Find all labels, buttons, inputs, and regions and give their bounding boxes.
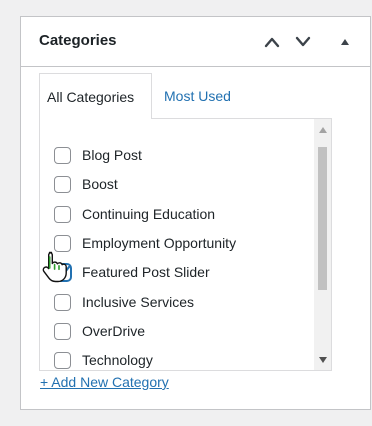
category-item-employment-opportunity[interactable]: Employment Opportunity [54, 232, 236, 254]
category-label: Inclusive Services [82, 294, 195, 310]
checkbox[interactable] [54, 175, 71, 193]
category-item-featured-post-slider[interactable]: Featured Post Slider [54, 261, 210, 283]
category-tabs: All Categories Most Used [39, 73, 352, 119]
add-new-category-link[interactable]: + Add New Category [40, 374, 169, 390]
triangle-up-icon [341, 39, 349, 45]
move-down-button[interactable] [290, 29, 316, 55]
category-item-blog-post[interactable]: Blog Post [54, 144, 142, 166]
category-item-overdrive[interactable]: OverDrive [54, 320, 145, 342]
panel-title: Categories [39, 32, 117, 49]
category-label: Blog Post [82, 147, 142, 163]
checkbox[interactable] [54, 293, 71, 311]
scroll-down-arrow-icon [318, 356, 327, 363]
category-item-technology[interactable]: Technology [54, 349, 153, 370]
checkbox-checked[interactable] [54, 263, 71, 281]
chevron-up-icon [264, 37, 280, 48]
panel-header: Categories [21, 17, 370, 67]
category-label: OverDrive [82, 323, 146, 339]
checkbox[interactable] [54, 322, 71, 340]
checkbox[interactable] [54, 351, 71, 369]
category-checklist: Blog Post Boost Continuing Education Emp… [39, 118, 332, 371]
checkmark-icon [56, 265, 71, 278]
category-item-continuing-education[interactable]: Continuing Education [54, 203, 215, 225]
scrollbar-thumb[interactable] [318, 147, 327, 290]
list-scrollbar[interactable] [314, 119, 331, 370]
categories-panel: Categories All Categories Most Used Blog… [20, 16, 371, 410]
scroll-up-button[interactable] [314, 121, 331, 138]
checkbox[interactable] [54, 234, 71, 252]
chevron-down-icon [295, 36, 311, 47]
category-label: Boost [82, 176, 118, 192]
category-item-boost[interactable]: Boost [54, 173, 118, 195]
tab-all-categories-label: All Categories [47, 89, 135, 105]
category-label: Employment Opportunity [82, 235, 237, 251]
category-item-inclusive-services[interactable]: Inclusive Services [54, 291, 194, 313]
tab-most-used-label: Most Used [164, 88, 231, 104]
tab-most-used[interactable]: Most Used [164, 73, 231, 119]
move-up-button[interactable] [259, 29, 285, 55]
tab-all-categories[interactable]: All Categories [39, 73, 152, 119]
scroll-down-button[interactable] [314, 351, 331, 368]
category-label: Featured Post Slider [82, 264, 210, 280]
toggle-panel-button[interactable] [332, 29, 358, 55]
checkbox[interactable] [54, 146, 71, 164]
category-label: Technology [82, 352, 153, 368]
category-label: Continuing Education [82, 206, 216, 222]
scroll-up-arrow-icon [318, 126, 327, 133]
checkbox[interactable] [54, 205, 71, 223]
